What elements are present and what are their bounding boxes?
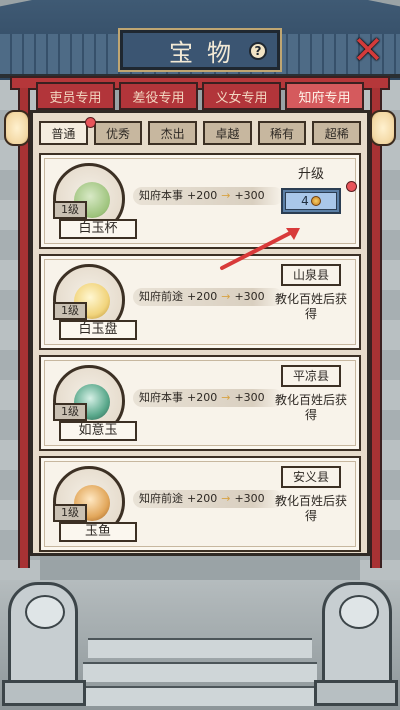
tab-label: 知府专用	[298, 90, 351, 106]
level-badge: 1级	[53, 302, 87, 320]
tab-label: 稀有	[270, 126, 295, 141]
tab-daughter[interactable]: 义女专用	[202, 82, 281, 110]
upgrade-cost-value: 4	[301, 194, 309, 208]
tab-common[interactable]: 普通	[39, 121, 88, 145]
tab-outstanding[interactable]: 杰出	[148, 121, 198, 145]
tab-label: 卓越	[215, 126, 240, 141]
tab-label: 吏员专用	[49, 90, 102, 106]
tutorial-arrow-icon	[220, 228, 300, 270]
stat-next: +300	[234, 290, 265, 303]
upgrade-cost: 4	[285, 192, 337, 210]
unlock-info: 安义县 教化百姓后获得	[273, 466, 349, 524]
lion-face	[25, 595, 65, 629]
tab-servant[interactable]: 差役专用	[119, 82, 198, 110]
lion-base-right	[314, 680, 398, 706]
stair-step	[78, 686, 322, 706]
stat-next: +300	[234, 492, 265, 505]
level-badge: 1级	[53, 201, 87, 219]
unlock-hint: 教化百姓后获得	[274, 393, 347, 422]
treasure-name: 白玉盘	[59, 320, 137, 340]
top-tab-bar: 吏员专用 差役专用 义女专用 知府专用	[28, 80, 372, 110]
tab-super-rare[interactable]: 超稀	[312, 121, 362, 145]
level-badge: 1级	[53, 504, 87, 522]
level-badge: 1级	[53, 403, 87, 421]
title-plaque: 宝物 ?	[118, 28, 282, 72]
stair-step	[83, 662, 317, 682]
upgrade-button[interactable]: 4	[281, 188, 341, 214]
treasure-card: 1级 如意玉 知府本事 +200 → +300 平凉县 教化百姓后获得	[39, 355, 361, 451]
stone-lion-right	[322, 582, 392, 692]
tab-excellent[interactable]: 优秀	[93, 121, 143, 145]
upgrade-title: 升级	[297, 167, 324, 182]
stat-next: +300	[234, 391, 265, 404]
help-icon[interactable]: ?	[249, 42, 267, 60]
pillar-left	[18, 88, 30, 568]
location-label: 平凉县	[281, 365, 341, 387]
notification-dot	[85, 117, 96, 128]
notification-dot	[346, 181, 357, 192]
tab-prefect[interactable]: 知府专用	[285, 82, 364, 110]
stat-now: +200	[187, 391, 218, 404]
tab-label: 优秀	[106, 126, 131, 141]
tab-clerk[interactable]: 吏员专用	[36, 82, 115, 110]
tab-label: 杰出	[160, 126, 185, 141]
stat-now: +200	[187, 290, 218, 303]
treasure-name: 白玉杯	[59, 219, 137, 239]
stat-next: +300	[234, 189, 265, 202]
lantern-right-icon	[370, 110, 396, 146]
treasure-panel: 普通 优秀 杰出 卓越 稀有 超稀 1级 白玉杯 知府本事 +200 → +30…	[30, 110, 370, 556]
tab-label: 超稀	[324, 126, 349, 141]
stairs	[78, 632, 322, 710]
tab-rare[interactable]: 稀有	[257, 121, 307, 145]
tab-superb[interactable]: 卓越	[203, 121, 252, 145]
stat-label: 知府前途	[139, 492, 183, 505]
arrow-right-icon: →	[221, 391, 231, 404]
treasure-list: 1级 白玉杯 知府本事 +200 → +300 升级 4 1级 白玉盘 知府前途…	[39, 153, 361, 557]
arrow-right-icon: →	[221, 290, 231, 303]
stat-line: 知府前途 +200 → +300	[133, 490, 283, 508]
treasure-name: 玉鱼	[59, 522, 137, 542]
unlock-hint: 教化百姓后获得	[274, 494, 347, 523]
location-label: 安义县	[281, 466, 341, 488]
tab-label: 差役专用	[132, 90, 185, 106]
tab-label: 义女专用	[215, 90, 268, 106]
page-title: 宝物	[169, 38, 245, 67]
lion-base-left	[2, 680, 86, 706]
tab-label: 普通	[51, 126, 76, 141]
coin-icon	[310, 196, 321, 206]
close-button[interactable]: ✕	[350, 31, 386, 69]
arrow-right-icon: →	[221, 492, 231, 505]
arrow-right-icon: →	[221, 189, 231, 202]
stat-line: 知府本事 +200 → +300	[133, 389, 283, 407]
stat-line: 知府前途 +200 → +300	[133, 288, 283, 306]
treasure-card: 1级 玉鱼 知府前途 +200 → +300 安义县 教化百姓后获得	[39, 456, 361, 552]
stat-now: +200	[187, 492, 218, 505]
lion-face	[339, 595, 379, 629]
upgrade-area: 升级 4	[273, 163, 349, 214]
stat-label: 知府本事	[139, 189, 183, 202]
treasure-name: 如意玉	[59, 421, 137, 441]
stat-line: 知府本事 +200 → +300	[133, 187, 283, 205]
pillar-right	[370, 88, 382, 568]
stone-lion-left	[8, 582, 78, 692]
lantern-left-icon	[4, 110, 30, 146]
unlock-info: 平凉县 教化百姓后获得	[273, 365, 349, 423]
stat-label: 知府前途	[139, 290, 183, 303]
stair-step	[88, 638, 312, 658]
stat-now: +200	[187, 189, 218, 202]
stat-label: 知府本事	[139, 391, 183, 404]
unlock-hint: 教化百姓后获得	[274, 292, 347, 321]
